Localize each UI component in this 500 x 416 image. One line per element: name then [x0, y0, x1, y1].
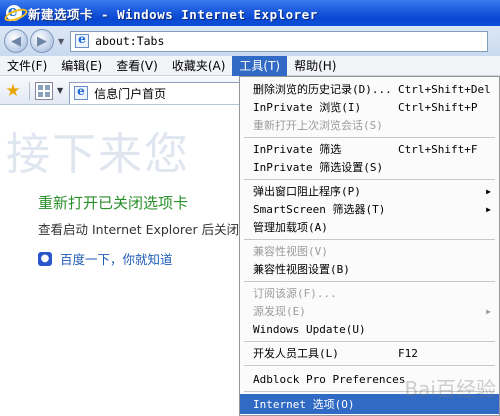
menu-compat-view-settings[interactable]: 兼容性视图设置(B) — [240, 259, 499, 279]
tab-label: 信息门户首页 — [94, 86, 167, 101]
page-icon — [75, 32, 90, 48]
menu-manage-addons[interactable]: 管理加载项(A) — [240, 217, 499, 237]
address-bar: ◀ ▶ ▼ about:Tabs — [0, 26, 500, 56]
menu-shortcut: Ctrl+Shift+P — [398, 100, 478, 114]
title-bar: 新建选项卡 - Windows Internet Explorer — [0, 0, 500, 26]
menu-compat-view: 兼容性视图(V) — [240, 241, 499, 261]
tools-menu: 删除浏览的历史记录(D)... Ctrl+Shift+Del InPrivate … — [239, 76, 500, 416]
menu-file[interactable]: 文件(F) — [0, 56, 54, 76]
favorites-star-icon[interactable]: ★ — [2, 81, 24, 101]
menu-shortcut: Ctrl+Shift+F — [398, 142, 478, 156]
menu-reopen-session: 重新打开上次浏览会话(S) — [240, 115, 499, 135]
submenu-arrow-icon: ▶ — [486, 306, 491, 316]
menu-shortcut: Ctrl+Shift+Del — [398, 82, 491, 96]
menu-feed-discovery: 源发现(E) ▶ — [240, 301, 499, 321]
baidu-link[interactable]: 百度一下，你就知道 — [60, 249, 173, 268]
menu-separator — [244, 239, 495, 240]
submenu-arrow-icon: ▶ — [486, 204, 491, 214]
menu-popup-blocker[interactable]: 弹出窗口阻止程序(P) ▶ — [240, 181, 499, 201]
menu-favorites[interactable]: 收藏夹(A) — [165, 56, 233, 76]
menu-label: 兼容性视图设置(B) — [253, 263, 350, 276]
menu-label: Windows Update(U) — [253, 322, 366, 336]
menu-label: InPrivate 筛选 — [253, 143, 342, 156]
menu-separator — [244, 137, 495, 138]
menu-subscribe-feed: 订阅该源(F)... — [240, 283, 499, 303]
forward-button[interactable]: ▶ — [30, 29, 54, 53]
baidu-link-row[interactable]: ● 百度一下，你就知道 — [38, 249, 173, 268]
tab-list-dropdown-icon[interactable]: ▼ — [57, 86, 63, 95]
menu-label: 开发人员工具(L) — [253, 347, 339, 360]
menu-separator — [244, 179, 495, 180]
back-button[interactable]: ◀ — [4, 29, 28, 53]
reopen-description: 查看启动 Internet Explorer 后关闭的 — [38, 222, 252, 237]
menu-developer-tools[interactable]: 开发人员工具(L) F12 — [240, 343, 499, 363]
menu-label: 订阅该源(F)... — [253, 287, 337, 300]
history-dropdown-icon[interactable]: ▼ — [58, 37, 64, 46]
reopen-closed-tabs-link[interactable]: 重新打开已关闭选项卡 — [38, 192, 188, 213]
new-tab-heading: 接下来您 — [6, 129, 190, 180]
menu-inprivate-browsing[interactable]: InPrivate 浏览(I) Ctrl+Shift+P — [240, 97, 499, 117]
submenu-arrow-icon: ▶ — [486, 186, 491, 196]
menu-label: 源发现(E) — [253, 305, 306, 318]
tab-page-icon — [74, 84, 89, 100]
menu-label: InPrivate 浏览(I) — [253, 101, 362, 114]
menu-smartscreen[interactable]: SmartScreen 筛选器(T) ▶ — [240, 199, 499, 219]
menu-label: 兼容性视图(V) — [253, 245, 328, 258]
menu-label: SmartScreen 筛选器(T) — [253, 203, 386, 216]
menu-separator — [244, 341, 495, 342]
menu-inprivate-filter-settings[interactable]: InPrivate 筛选设置(S) — [240, 157, 499, 177]
back-arrow-icon: ◀ — [11, 33, 21, 49]
menu-inprivate-filter[interactable]: InPrivate 筛选 Ctrl+Shift+F — [240, 139, 499, 159]
menu-label: 重新打开上次浏览会话(S) — [253, 119, 383, 132]
menu-edit[interactable]: 编辑(E) — [54, 56, 109, 76]
menu-separator — [244, 365, 495, 366]
menu-label: Internet 选项(O) — [253, 398, 355, 411]
forward-arrow-icon: ▶ — [37, 33, 47, 49]
menu-label: 弹出窗口阻止程序(P) — [253, 185, 361, 198]
menu-separator — [244, 281, 495, 282]
menu-label: 管理加载项(A) — [253, 221, 328, 234]
window-title: 新建选项卡 - Windows Internet Explorer — [28, 6, 318, 22]
menu-bar: 文件(F) 编辑(E) 查看(V) 收藏夹(A) 工具(T) 帮助(H) — [0, 55, 500, 76]
menu-label: InPrivate 筛选设置(S) — [253, 161, 384, 174]
ie-logo-icon — [6, 2, 22, 21]
menu-separator — [244, 391, 495, 392]
menu-windows-update[interactable]: Windows Update(U) — [240, 319, 499, 339]
menu-tools[interactable]: 工具(T) — [232, 55, 288, 76]
menu-label: 删除浏览的历史记录(D)... — [253, 83, 392, 96]
menu-internet-options[interactable]: Internet 选项(O) — [240, 394, 499, 414]
menu-label: Adblock Pro Preferences — [253, 372, 406, 386]
address-url: about:Tabs — [95, 34, 165, 48]
address-input[interactable]: about:Tabs — [70, 30, 489, 52]
menu-view[interactable]: 查看(V) — [109, 56, 165, 76]
menu-help[interactable]: 帮助(H) — [287, 56, 343, 76]
menu-delete-history[interactable]: 删除浏览的历史记录(D)... Ctrl+Shift+Del — [240, 79, 499, 99]
tab-info-portal[interactable]: 信息门户首页 — [69, 81, 242, 104]
menu-shortcut: F12 — [398, 346, 418, 360]
quick-tabs-icon[interactable] — [35, 81, 53, 100]
menu-adblock-prefs[interactable]: Adblock Pro Preferences — [240, 369, 499, 389]
baidu-paw-icon: ● — [38, 251, 52, 266]
toolbar-separator — [29, 81, 30, 100]
